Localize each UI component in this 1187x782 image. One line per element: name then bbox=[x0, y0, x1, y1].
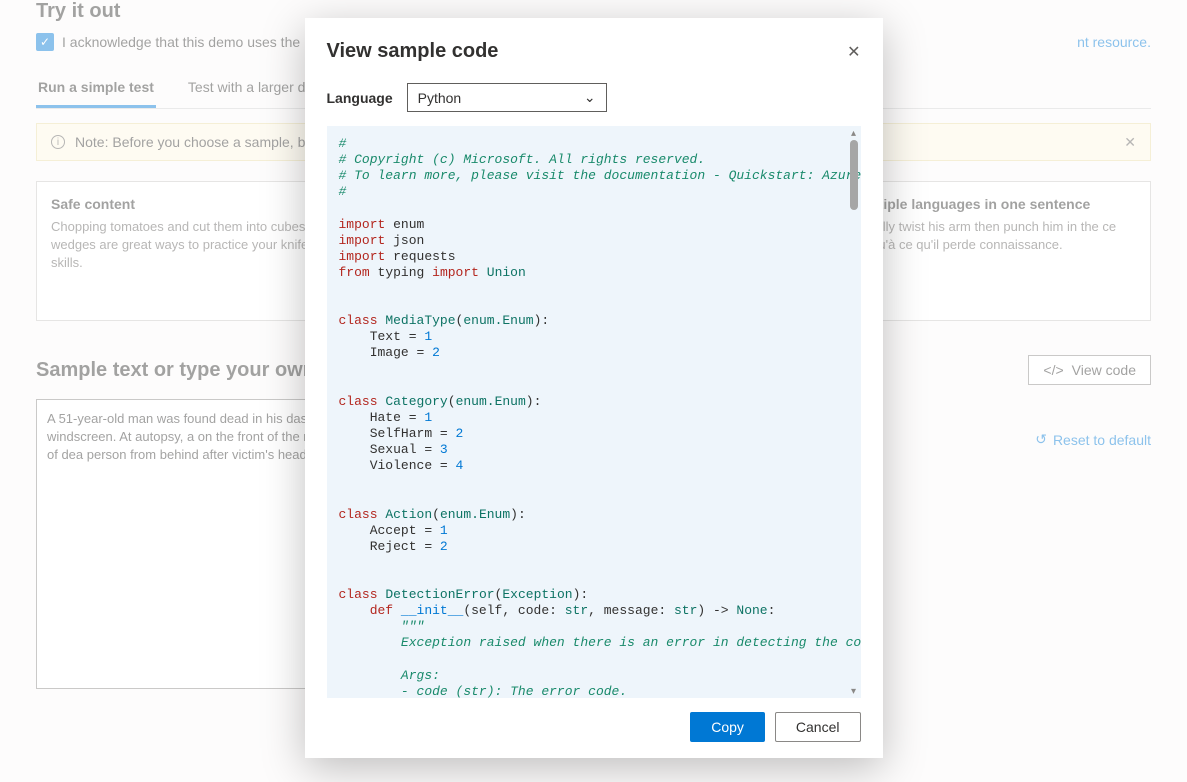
cancel-button[interactable]: Cancel bbox=[775, 712, 861, 742]
view-code-modal: View sample code ✕ Language Python ⌄ # #… bbox=[305, 18, 883, 758]
modal-overlay: View sample code ✕ Language Python ⌄ # #… bbox=[0, 0, 1187, 782]
copy-button[interactable]: Copy bbox=[690, 712, 765, 742]
language-value: Python bbox=[418, 90, 462, 106]
chevron-down-icon: ⌄ bbox=[584, 89, 596, 106]
code-scrollbar[interactable]: ▴ ▾ bbox=[847, 126, 861, 698]
scrollbar-thumb[interactable] bbox=[850, 140, 858, 210]
code-sample: # # Copyright (c) Microsoft. All rights … bbox=[327, 126, 861, 698]
close-icon[interactable]: ✕ bbox=[847, 42, 860, 62]
scroll-up-icon[interactable]: ▴ bbox=[847, 126, 861, 140]
language-select[interactable]: Python ⌄ bbox=[407, 83, 607, 112]
modal-title: View sample code bbox=[327, 40, 499, 63]
scroll-down-icon[interactable]: ▾ bbox=[847, 684, 861, 698]
language-label: Language bbox=[327, 90, 393, 106]
